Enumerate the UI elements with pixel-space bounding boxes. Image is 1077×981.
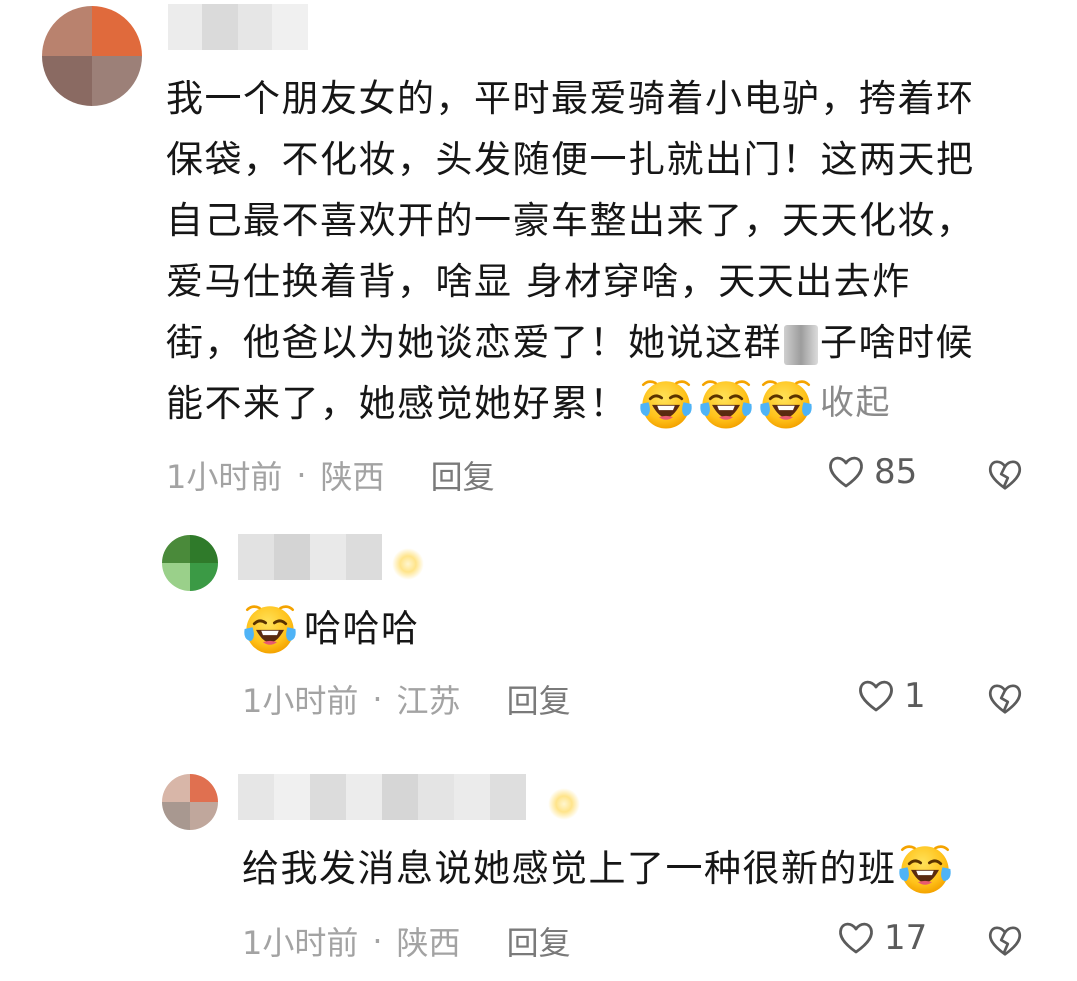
comment-body: 我一个朋友女的，平时最爱骑着小电驴，挎着环 保袋，不化妆，头发随便一扎就出门！这… [166,68,975,434]
laugh-emoji-icon [897,841,953,897]
comment-body: 哈哈哈 [242,598,420,659]
comment-line: 能不来了，她感觉她好累！ 收起 [166,373,975,434]
comment-line: 爱马仕换着背，啥显 身材穿啥，天天出去炸 [166,260,911,303]
separator: · [372,680,383,718]
username-blurred[interactable] [168,4,308,50]
comment-meta: 1小时前 · 陕西 回复 [242,918,571,964]
comment-line: 保袋，不化妆，头发随便一扎就出门！这两天把 [166,138,975,181]
laugh-emoji-icon [638,376,694,432]
comment-line: 自己最不喜欢开的一豪车整出来了，天天化妆， [166,199,975,242]
broken-heart-icon [986,680,1024,718]
reply-button[interactable]: 回复 [431,452,495,498]
user-avatar[interactable] [42,6,142,106]
timestamp: 1小时前 [242,682,359,720]
like-button[interactable]: 85 [826,452,917,492]
comment-body: 给我发消息说她感觉上了一种很新的班 [242,838,953,899]
timestamp: 1小时前 [166,458,283,496]
comment-meta: 1小时前 · 陕西 回复 [166,452,495,498]
comment-segment: 子啥时候 [820,321,974,364]
reply-button[interactable]: 回复 [507,918,571,964]
badge-icon [548,788,580,820]
comment-segment: 哈哈哈 [304,607,420,650]
like-button[interactable]: 17 [836,918,927,958]
badge-icon [392,548,424,580]
dislike-button[interactable] [986,922,1024,960]
broken-heart-icon [986,922,1024,960]
user-avatar[interactable] [162,774,218,830]
user-avatar[interactable] [162,535,218,591]
broken-heart-icon [986,456,1024,494]
comment-meta: 1小时前 · 江苏 回复 [242,676,571,722]
like-count: 17 [884,918,928,958]
blurred-character [784,324,818,365]
location: 江苏 [396,682,461,720]
comment-segment: 给我发消息说她感觉上了一种很新的班 [242,847,897,890]
dislike-button[interactable] [986,680,1024,718]
reply-button[interactable]: 回复 [507,676,571,722]
location: 陕西 [396,924,461,962]
collapse-link[interactable]: 收起 [820,373,891,434]
separator: · [296,456,307,494]
username-blurred[interactable] [238,534,382,580]
laugh-emoji-icon [758,376,814,432]
comment-line: 我一个朋友女的，平时最爱骑着小电驴，挎着环 [166,77,975,120]
like-count: 1 [904,676,926,716]
separator: · [372,922,383,960]
laugh-emoji-icon [698,376,754,432]
like-button[interactable]: 1 [856,676,926,716]
heart-outline-icon [836,918,876,958]
heart-outline-icon [856,676,896,716]
location: 陕西 [320,458,385,496]
comment-line: 街，他爸以为她谈恋爱了！她说这群 子啥时候 [166,312,975,373]
comment-segment: 街，他爸以为她谈恋爱了！她说这群 [166,321,782,364]
username-blurred[interactable] [238,774,526,820]
timestamp: 1小时前 [242,924,359,962]
dislike-button[interactable] [986,456,1024,494]
comment-segment: 能不来了，她感觉她好累！ [166,382,628,425]
heart-outline-icon [826,452,866,492]
like-count: 85 [874,452,918,492]
laugh-emoji-icon [242,601,298,657]
